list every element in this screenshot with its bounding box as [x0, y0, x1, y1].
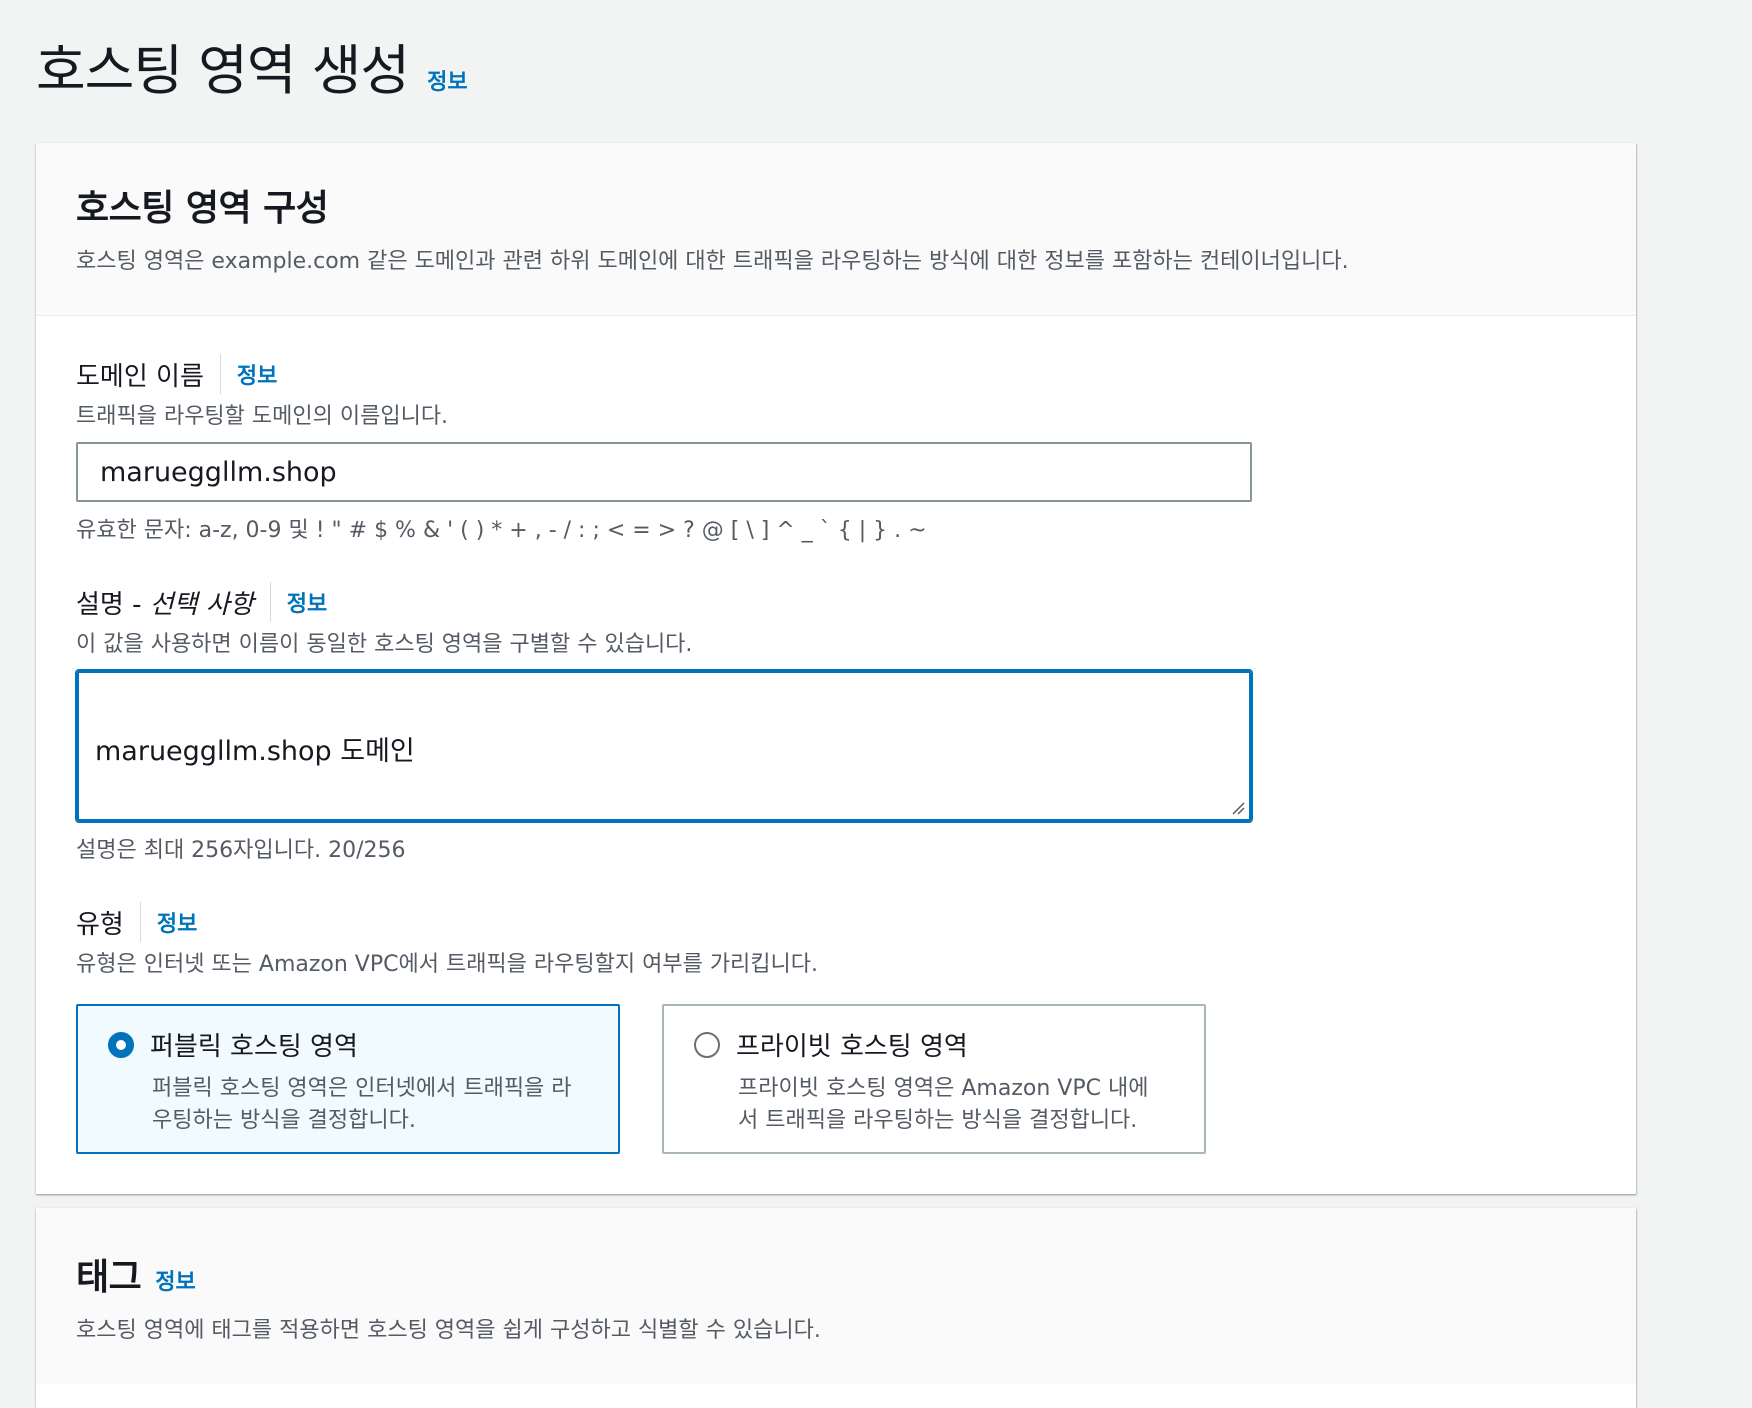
domain-name-field: 도메인 이름 정보 트래픽을 라우팅할 도메인의 이름입니다. marueggl…	[76, 354, 1596, 544]
private-hosted-zone-tile[interactable]: 프라이빗 호스팅 영역 프라이빗 호스팅 영역은 Amazon VPC 내에 서…	[662, 1004, 1206, 1154]
tags-info-link[interactable]: 정보	[155, 1264, 195, 1296]
type-info-link[interactable]: 정보	[157, 906, 197, 938]
panel-body: 도메인 이름 정보 트래픽을 라우팅할 도메인의 이름입니다. marueggl…	[36, 316, 1636, 1194]
domain-info-link[interactable]: 정보	[237, 358, 277, 390]
page-info-link[interactable]: 정보	[427, 64, 467, 96]
radio-selected-icon[interactable]	[108, 1031, 134, 1058]
domain-name-input[interactable]: marueggllm.shop	[76, 442, 1252, 502]
type-field: 유형 정보 유형은 인터넷 또는 Amazon VPC에서 트래픽을 라우팅할지…	[76, 902, 1596, 1154]
description-textarea[interactable]: marueggllm.shop 도메인	[76, 670, 1252, 822]
page-title: 호스팅 영역 생성	[36, 39, 410, 102]
panel-description: 호스팅 영역은 example.com 같은 도메인과 관련 하위 도메인에 대…	[76, 249, 1349, 274]
domain-name-constraint: 유효한 문자: a-z, 0-9 및 ! " # $ % & ' ( ) * +…	[76, 518, 927, 543]
private-zone-description: 프라이빗 호스팅 영역은 Amazon VPC 내에 서 트래픽을 라우팅하는 …	[738, 1076, 1149, 1133]
label-divider	[219, 354, 221, 394]
label-divider	[269, 582, 271, 622]
tags-description: 호스팅 영역에 태그를 적용하면 호스팅 영역을 쉽게 구성하고 식별할 수 있…	[76, 1318, 821, 1343]
description-constraint: 설명은 최대 256자입니다. 20/256	[76, 838, 406, 863]
domain-name-value: marueggllm.shop	[100, 456, 337, 488]
resize-handle-icon[interactable]	[1231, 801, 1245, 815]
public-zone-description: 퍼블릭 호스팅 영역은 인터넷에서 트래픽을 라 우팅하는 방식을 결정합니다.	[152, 1076, 572, 1133]
type-label: 유형	[76, 909, 124, 940]
type-radio-group: 퍼블릭 호스팅 영역 퍼블릭 호스팅 영역은 인터넷에서 트래픽을 라 우팅하는…	[76, 1004, 1596, 1154]
type-description: 유형은 인터넷 또는 Amazon VPC에서 트래픽을 라우팅할지 여부를 가…	[76, 952, 819, 977]
label-divider	[139, 902, 141, 942]
panel-title: 호스팅 영역 구성	[76, 188, 329, 229]
description-field: 설명 - 선택 사항 정보 이 값을 사용하면 이름이 동일한 호스팅 영역을 …	[76, 582, 1596, 864]
tags-panel-header: 태그 정보 호스팅 영역에 태그를 적용하면 호스팅 영역을 쉽게 구성하고 식…	[36, 1208, 1636, 1384]
hosted-zone-config-panel: 호스팅 영역 구성 호스팅 영역은 example.com 같은 도메인과 관련…	[36, 143, 1636, 1194]
description-value: marueggllm.shop 도메인	[95, 736, 415, 767]
public-hosted-zone-tile[interactable]: 퍼블릭 호스팅 영역 퍼블릭 호스팅 영역은 인터넷에서 트래픽을 라 우팅하는…	[76, 1004, 620, 1154]
page-header: 호스팅 영역 생성 정보	[36, 26, 468, 105]
description-help: 이 값을 사용하면 이름이 동일한 호스팅 영역을 구별할 수 있습니다.	[76, 632, 693, 657]
domain-name-label: 도메인 이름	[76, 361, 204, 392]
radio-unselected-icon[interactable]	[694, 1031, 720, 1058]
tags-title: 태그	[76, 1257, 142, 1298]
domain-name-description: 트래픽을 라우팅할 도메인의 이름입니다.	[76, 404, 449, 429]
tags-panel: 태그 정보 호스팅 영역에 태그를 적용하면 호스팅 영역을 쉽게 구성하고 식…	[36, 1208, 1636, 1408]
private-zone-label: 프라이빗 호스팅 영역	[736, 1032, 968, 1062]
description-label: 설명 - 선택 사항	[76, 589, 254, 620]
panel-header: 호스팅 영역 구성 호스팅 영역은 example.com 같은 도메인과 관련…	[36, 143, 1636, 316]
optional-label: 선택 사항	[149, 589, 254, 620]
description-info-link[interactable]: 정보	[287, 586, 327, 618]
public-zone-label: 퍼블릭 호스팅 영역	[150, 1032, 358, 1062]
